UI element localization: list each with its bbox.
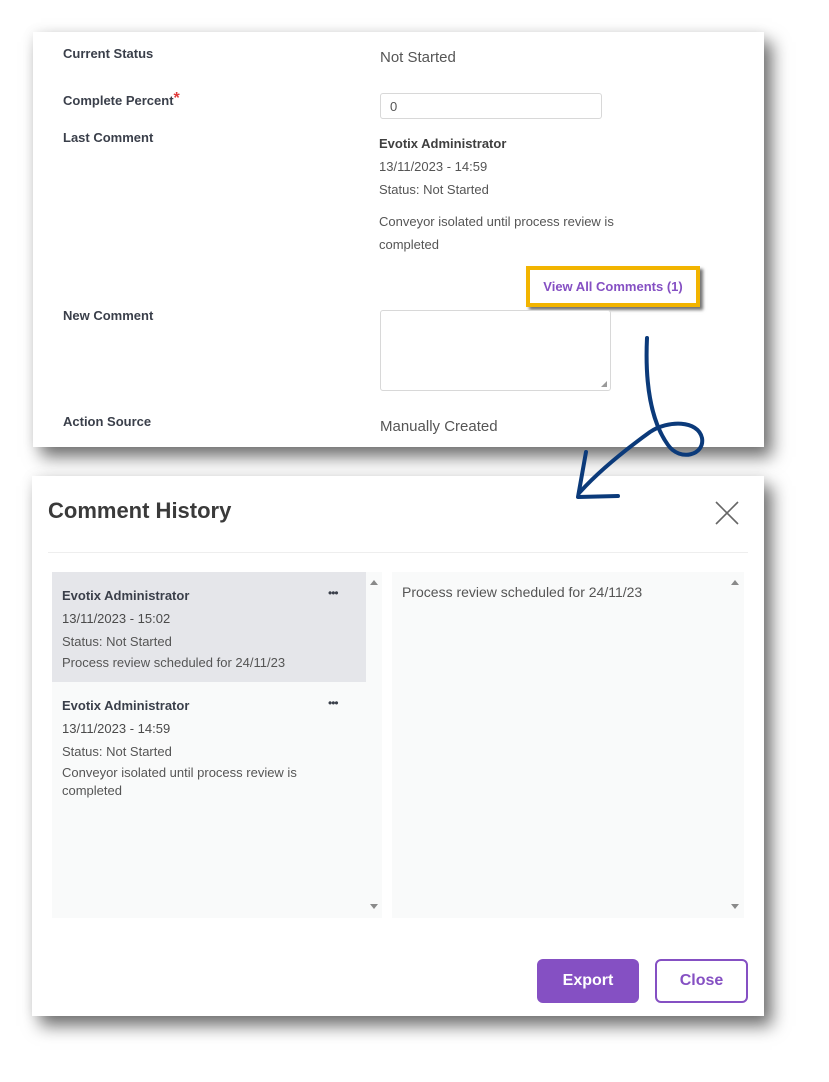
complete-percent-label-text: Complete Percent <box>63 93 174 108</box>
last-comment-text-line2: completed <box>379 237 439 252</box>
modal-title: Comment History <box>48 498 232 523</box>
comment-list-item[interactable]: Evotix Administrator ••• 13/11/2023 - 15… <box>52 572 366 682</box>
action-source-value: Manually Created <box>380 418 498 435</box>
last-comment-label: Last Comment <box>63 130 154 145</box>
new-comment-label: New Comment <box>63 308 154 323</box>
more-options-icon[interactable]: ••• <box>328 586 339 600</box>
comment-history-modal: Comment History Evotix Administrator •••… <box>32 476 764 1016</box>
close-icon[interactable] <box>714 500 740 526</box>
comment-text: Conveyor isolated until process review i… <box>62 765 297 798</box>
resize-grip-icon[interactable] <box>601 381 607 387</box>
comment-status: Status: Not Started <box>62 744 172 759</box>
comment-author: Evotix Administrator <box>62 588 190 603</box>
export-button[interactable]: Export <box>537 959 639 1003</box>
action-source-label: Action Source <box>63 414 152 429</box>
last-comment-author: Evotix Administrator <box>379 136 507 151</box>
action-details-panel: Current Status Not Started Complete Perc… <box>33 32 764 447</box>
comment-status: Status: Not Started <box>62 634 172 649</box>
list-scroll-up-icon[interactable] <box>370 580 378 585</box>
comment-detail-text: Process review scheduled for 24/11/23 <box>402 584 643 600</box>
close-button[interactable]: Close <box>655 959 748 1003</box>
required-marker: * <box>173 90 180 107</box>
comment-list: Evotix Administrator ••• 13/11/2023 - 15… <box>52 572 382 918</box>
complete-percent-label: Complete Percent* <box>63 90 180 110</box>
complete-percent-input[interactable] <box>380 93 602 119</box>
comment-author: Evotix Administrator <box>62 698 190 713</box>
modal-header-divider <box>48 552 748 553</box>
current-status-value: Not Started <box>380 49 456 66</box>
detail-scroll-up-icon[interactable] <box>731 580 739 585</box>
detail-scroll-down-icon[interactable] <box>731 904 739 909</box>
more-options-icon[interactable]: ••• <box>328 696 339 710</box>
view-all-comments-link[interactable]: View All Comments (1) <box>543 279 682 294</box>
current-status-label: Current Status <box>63 46 154 61</box>
comment-list-item[interactable]: Evotix Administrator ••• 13/11/2023 - 14… <box>52 682 366 802</box>
comment-timestamp: 13/11/2023 - 15:02 <box>62 611 171 626</box>
list-scroll-down-icon[interactable] <box>370 904 378 909</box>
comment-text: Process review scheduled for 24/11/23 <box>62 655 286 670</box>
new-comment-textarea[interactable] <box>380 310 611 391</box>
last-comment-text-line1: Conveyor isolated until process review i… <box>379 214 614 229</box>
comment-detail-pane: Process review scheduled for 24/11/23 <box>392 572 744 918</box>
last-comment-status: Status: Not Started <box>379 182 489 197</box>
comment-timestamp: 13/11/2023 - 14:59 <box>62 721 171 736</box>
view-all-comments-highlight: View All Comments (1) <box>526 266 700 307</box>
last-comment-timestamp: 13/11/2023 - 14:59 <box>379 159 488 174</box>
